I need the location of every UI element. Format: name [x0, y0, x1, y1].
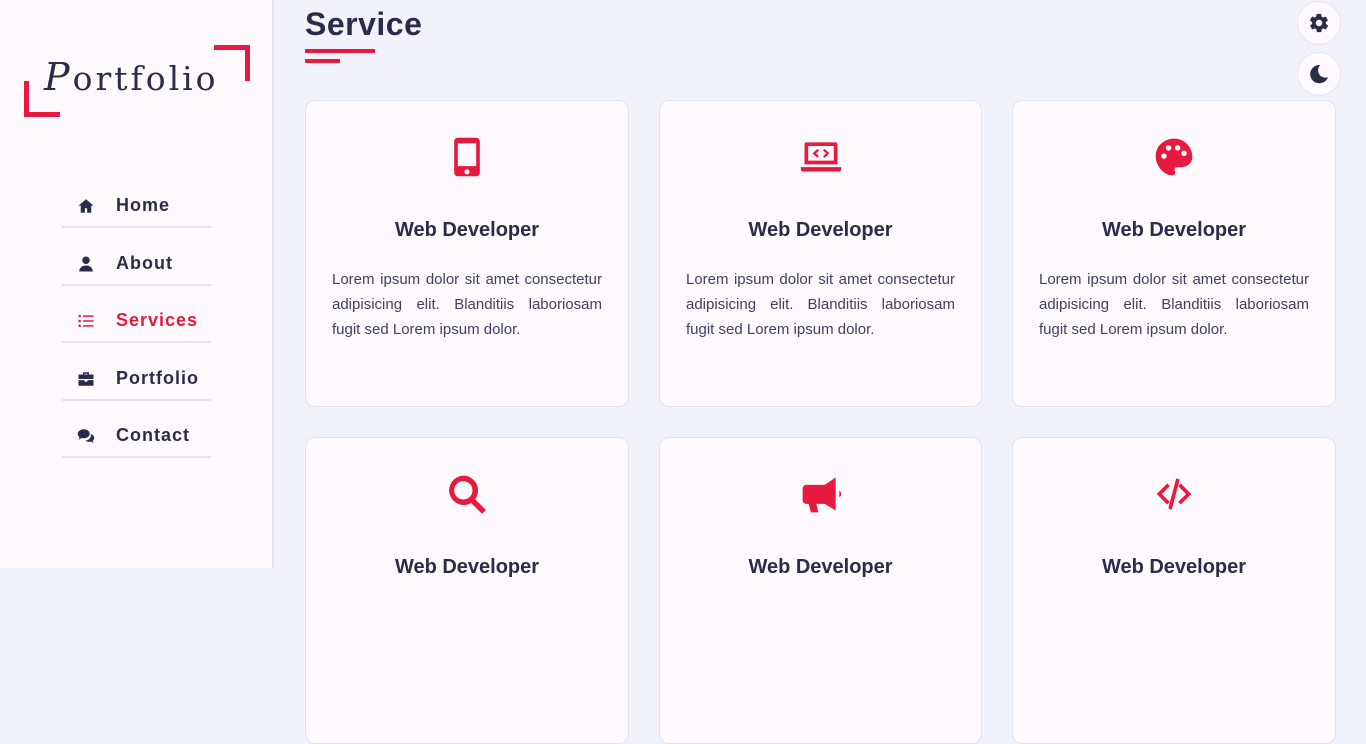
briefcase-icon: [76, 369, 96, 389]
search-icon: [443, 470, 491, 518]
user-icon: [76, 254, 96, 274]
sidebar-item-label: Contact: [116, 425, 190, 445]
code-icon: [1150, 470, 1198, 518]
list-icon: [76, 311, 96, 331]
laptop-code-icon: [797, 133, 845, 181]
main-content: Service Web Developer Lorem ipsum dolor …: [276, 0, 1366, 744]
service-description: Lorem ipsum dolor sit amet consectetur a…: [332, 271, 602, 338]
sidebar-item-contact[interactable]: Contact: [62, 401, 211, 458]
sidebar-nav: Home About Services Portfolio Contact: [62, 186, 211, 458]
sidebar-item-services[interactable]: Services: [62, 286, 211, 343]
service-card[interactable]: Web Developer Lorem ipsum dolor sit amet…: [659, 100, 982, 407]
sidebar-item-label: Services: [116, 310, 199, 330]
service-card[interactable]: Web Developer Lorem ipsum dolor sit amet…: [1012, 100, 1336, 407]
sidebar-item-portfolio[interactable]: Portfolio: [62, 343, 211, 401]
service-title: Web Developer: [748, 219, 893, 241]
megaphone-icon: [797, 470, 845, 518]
palette-icon: [1150, 133, 1198, 181]
home-icon: [76, 196, 96, 216]
service-card[interactable]: Web Developer: [659, 437, 982, 744]
mobile-icon: [443, 133, 491, 181]
theme-toggle-button[interactable]: [1297, 52, 1341, 96]
sidebar-item-about[interactable]: About: [62, 228, 211, 286]
sidebar-item-home[interactable]: Home: [62, 186, 211, 228]
service-description: Lorem ipsum dolor sit amet consectetur a…: [1039, 271, 1309, 338]
service-card[interactable]: Web Developer: [1012, 437, 1336, 744]
service-title: Web Developer: [1101, 219, 1247, 241]
sidebar-item-label: About: [116, 252, 173, 273]
gear-icon: [1309, 13, 1329, 33]
service-card[interactable]: Web Developer Lorem ipsum dolor sit amet…: [305, 100, 629, 407]
service-description: Lorem ipsum dolor sit amet consectetur a…: [686, 271, 955, 338]
services-grid: Web Developer Lorem ipsum dolor sit amet…: [305, 100, 1336, 744]
logo-text: Portfolio: [44, 55, 219, 99]
title-underline-short: [305, 59, 340, 63]
title-underline: [305, 49, 375, 53]
logo-corner-top-right: [214, 45, 250, 81]
service-card[interactable]: Web Developer: [305, 437, 629, 744]
sidebar-item-label: Home: [116, 195, 171, 215]
sidebar-item-label: Portfolio: [116, 367, 199, 388]
page-title: Service: [305, 6, 423, 42]
sidebar: Portfolio Home About Services Portfolio: [0, 0, 274, 568]
service-title: Web Developer: [394, 219, 540, 241]
comments-icon: [76, 426, 96, 446]
moon-icon: [1310, 64, 1328, 84]
logo[interactable]: Portfolio: [24, 45, 250, 117]
settings-button[interactable]: [1297, 1, 1341, 45]
